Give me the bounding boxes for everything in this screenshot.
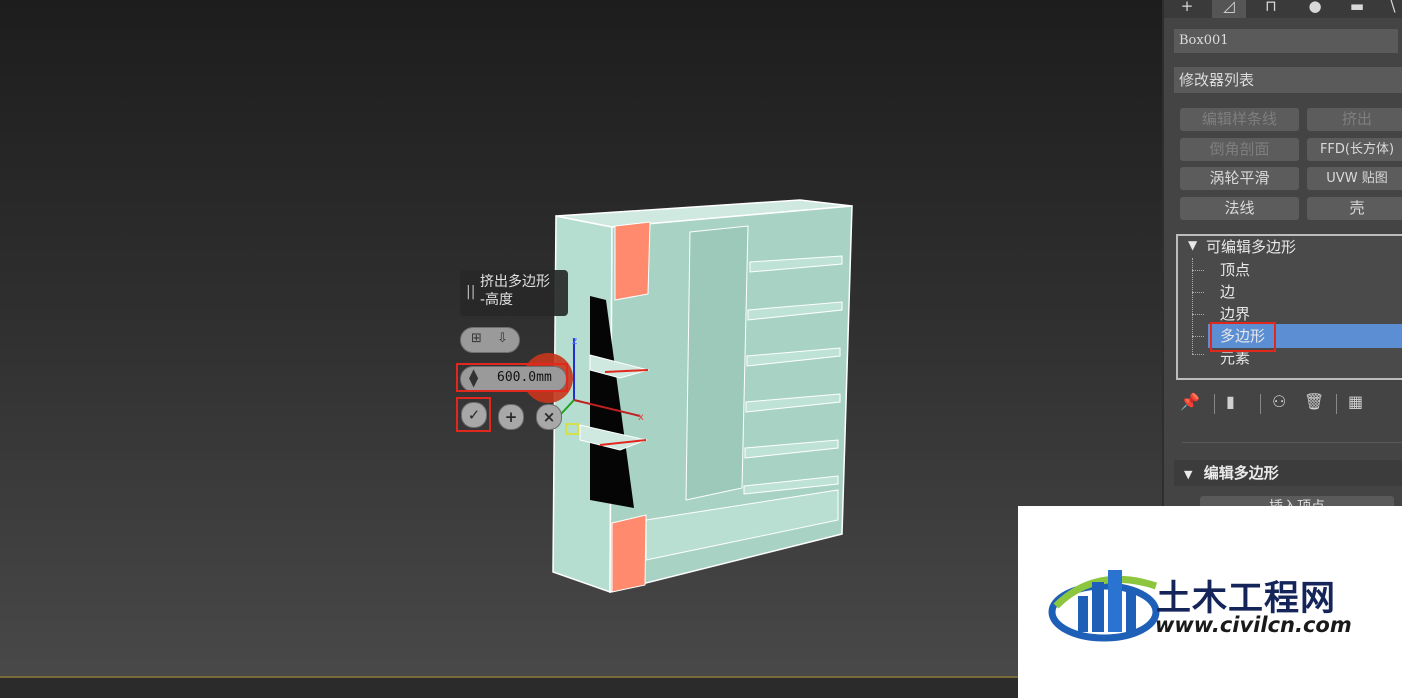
panel-divider bbox=[1182, 442, 1402, 443]
drag-handle-icon[interactable]: || bbox=[466, 283, 475, 301]
arrow-down-icon: ⇩ bbox=[497, 331, 508, 346]
svg-text:x: x bbox=[638, 412, 644, 423]
object-name-field[interactable]: Box001 bbox=[1174, 29, 1398, 53]
command-tabs: + ◿ ⊓ ● ▬ \ bbox=[1164, 0, 1402, 18]
bevel-profile-button[interactable]: 倒角剖面 bbox=[1180, 138, 1299, 161]
rollout-title: 编辑多边形 bbox=[1203, 464, 1279, 482]
cabinet-inner-column bbox=[685, 225, 749, 501]
group-extrude-icon: ⊞ bbox=[471, 331, 482, 346]
modifier-list-dropdown[interactable]: 修改器列表 bbox=[1174, 67, 1402, 93]
status-strip bbox=[0, 678, 1162, 698]
polygon-highlight-box bbox=[1210, 322, 1276, 352]
motion-tab-icon[interactable]: ● bbox=[1298, 0, 1332, 18]
utilities-tab-icon[interactable]: \ bbox=[1376, 0, 1402, 18]
apply-and-continue-button[interactable]: + bbox=[498, 404, 524, 430]
normal-button[interactable]: 法线 bbox=[1180, 197, 1299, 220]
create-tab-icon[interactable]: + bbox=[1170, 0, 1204, 18]
ffd-box-button[interactable]: FFD(长方体) bbox=[1307, 138, 1402, 161]
watermark-url: www.civilcn.com bbox=[1155, 613, 1352, 637]
caddy-title-line1: 挤出多边形 bbox=[480, 274, 550, 290]
watermark: 土木工程网 www.civilcn.com bbox=[1018, 506, 1402, 698]
caddy-title-line2: -高度 bbox=[480, 292, 514, 308]
uvw-map-button[interactable]: UVW 贴图 bbox=[1307, 167, 1402, 190]
extrusion-type-dropdown[interactable]: ⊞ ⇩ bbox=[460, 327, 520, 353]
configure-sets-icon[interactable]: ▦ bbox=[1348, 392, 1363, 411]
modify-tab-icon[interactable]: ◿ bbox=[1212, 0, 1246, 18]
make-unique-icon[interactable]: ⚇ bbox=[1272, 392, 1286, 411]
viewport-perspective[interactable]: z x || 挤出多边形 -高度 ⊞ ⇩ ▲ ▼ 600.0mm ✓ + × bbox=[0, 0, 1162, 698]
rollout-collapse-icon[interactable]: ▼ bbox=[1184, 468, 1192, 481]
stack-item-vertex[interactable]: 顶点 bbox=[1220, 259, 1250, 280]
svg-text:z: z bbox=[572, 336, 577, 347]
extrude-caddy-title[interactable]: || 挤出多边形 -高度 bbox=[460, 270, 568, 316]
cancel-button[interactable]: × bbox=[536, 404, 562, 430]
display-tab-icon[interactable]: ▬ bbox=[1340, 0, 1374, 18]
expand-triangle-icon[interactable]: ▼ bbox=[1188, 238, 1197, 252]
modifier-stack[interactable]: ▼ 可编辑多边形 顶点 边 边界 多边形 元素 bbox=[1176, 234, 1402, 380]
edit-spline-button[interactable]: 编辑样条线 bbox=[1180, 108, 1299, 131]
selected-polygon-bottom bbox=[611, 514, 647, 593]
turbosmooth-button[interactable]: 涡轮平滑 bbox=[1180, 167, 1299, 190]
remove-modifier-icon[interactable]: 🗑 bbox=[1304, 392, 1324, 411]
stack-item-border[interactable]: 边界 bbox=[1220, 303, 1250, 324]
selected-polygon-top bbox=[614, 221, 651, 301]
ok-highlight-box bbox=[456, 397, 491, 432]
pin-stack-icon[interactable]: 📌 bbox=[1180, 392, 1200, 411]
extrude-button[interactable]: 挤出 bbox=[1307, 108, 1402, 131]
edit-polygons-rollout[interactable]: ▼ 编辑多边形 bbox=[1174, 460, 1402, 486]
stack-item-edge[interactable]: 边 bbox=[1220, 281, 1235, 302]
shell-button[interactable]: 壳 bbox=[1307, 197, 1402, 220]
hierarchy-tab-icon[interactable]: ⊓ bbox=[1254, 0, 1288, 18]
3d-scene: z x bbox=[523, 199, 853, 594]
stack-root-editable-poly[interactable]: 可编辑多边形 bbox=[1206, 236, 1296, 257]
height-highlight-box bbox=[456, 363, 568, 392]
show-end-result-icon[interactable]: ▮ bbox=[1226, 392, 1235, 411]
